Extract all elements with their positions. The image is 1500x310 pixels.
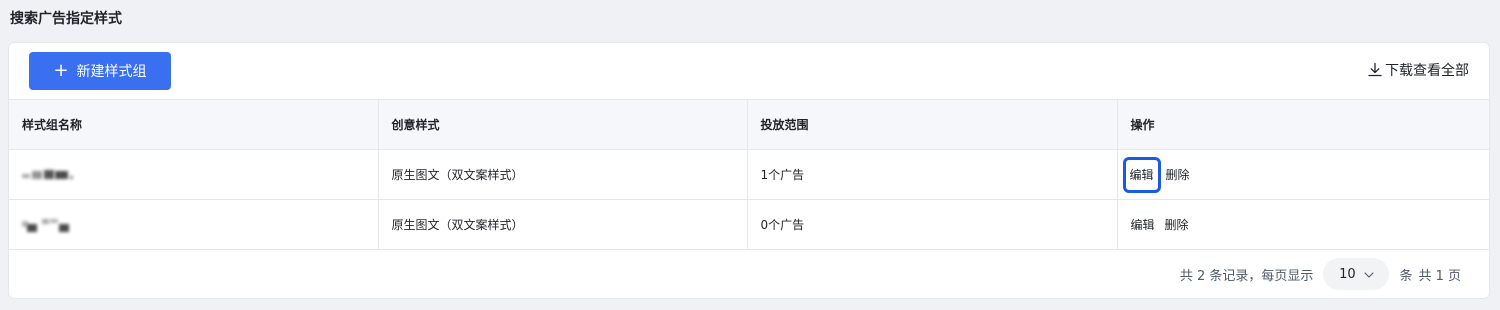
redacted-name — [22, 219, 82, 232]
new-style-group-label: 新建样式组 — [76, 64, 147, 80]
toolbar: + 新建样式组 下载查看全部 — [9, 43, 1489, 99]
actions-cell: 编辑 删除 — [1116, 199, 1489, 250]
edit-highlight-box: 编辑 — [1122, 156, 1161, 193]
table-row: 原生图文（双文案样式） 1个广告 编辑 删除 — [9, 149, 1489, 200]
column-header-name: 样式组名称 — [9, 99, 379, 150]
download-all-label: 下载查看全部 — [1385, 63, 1469, 79]
delete-button[interactable]: 删除 — [1160, 216, 1194, 233]
page-size-value: 10 — [1339, 266, 1356, 282]
column-header-scope: 投放范围 — [746, 99, 1118, 150]
scope-cell: 1个广告 — [746, 149, 1118, 200]
column-header-actions: 操作 — [1116, 99, 1489, 150]
redacted-name — [22, 169, 82, 181]
plus-icon: + — [53, 60, 69, 81]
new-style-group-button[interactable]: + 新建样式组 — [29, 52, 171, 90]
pagination-total: 共 2 条记录，每页显示 — [1179, 268, 1314, 284]
page-size-select[interactable]: 10 — [1323, 258, 1390, 290]
scope-cell: 0个广告 — [746, 199, 1118, 250]
pagination-pages: 共 1 页 — [1418, 268, 1461, 284]
delete-button[interactable]: 删除 — [1161, 166, 1195, 183]
download-all-link[interactable]: 下载查看全部 — [1367, 60, 1469, 80]
style-group-card: + 新建样式组 下载查看全部 样式组名称 创意样式 投放范围 操作 原生图文（双… — [8, 42, 1490, 299]
table-row: 原生图文（双文案样式） 0个广告 编辑 删除 — [9, 199, 1489, 250]
download-icon — [1367, 62, 1383, 78]
column-header-creative-style: 创意样式 — [377, 99, 748, 150]
chevron-down-icon — [1364, 267, 1374, 282]
creative-style-cell: 原生图文（双文案样式） — [377, 199, 748, 250]
pagination-unit: 条 — [1399, 268, 1413, 284]
table-header-row: 样式组名称 创意样式 投放范围 操作 — [9, 99, 1489, 150]
creative-style-cell: 原生图文（双文案样式） — [377, 149, 748, 200]
style-group-table: 样式组名称 创意样式 投放范围 操作 原生图文（双文案样式） 1个广告 编辑 删… — [9, 99, 1489, 250]
actions-cell: 编辑 删除 — [1116, 149, 1489, 200]
pagination: 共 2 条记录，每页显示 10 条 共 1 页 — [1180, 258, 1461, 290]
style-group-name-cell — [9, 199, 379, 250]
edit-button[interactable]: 编辑 — [1126, 216, 1160, 233]
style-group-name-cell — [9, 149, 379, 200]
page-title: 搜索广告指定样式 — [10, 11, 122, 27]
edit-button[interactable]: 编辑 — [1129, 166, 1153, 183]
